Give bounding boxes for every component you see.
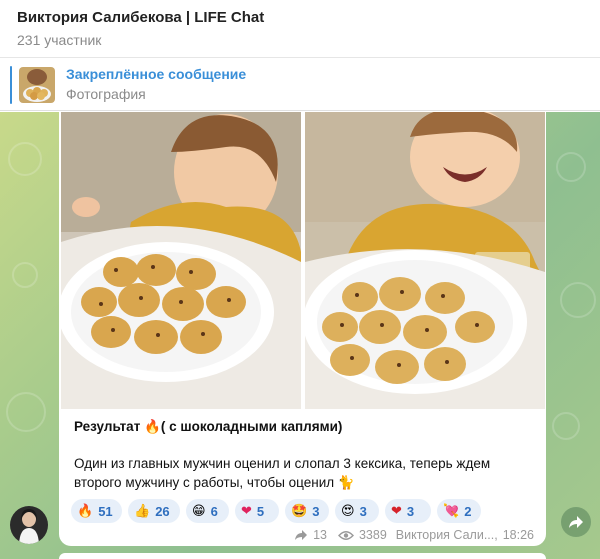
- chat-header[interactable]: Виктория Салибекова | LIFE Chat 231 учас…: [0, 0, 600, 58]
- photo-1[interactable]: [61, 112, 301, 409]
- next-message-edge: [59, 553, 546, 559]
- caption-body: Один из главных мужчин оценил и слопал 3…: [74, 456, 491, 490]
- heart-arrow-icon: 💘: [443, 503, 460, 519]
- forward-count: 13: [313, 528, 327, 542]
- pinned-thumbnail: [19, 67, 55, 103]
- reaction-count: 2: [464, 503, 472, 519]
- eye-icon: [338, 530, 354, 541]
- reaction-count: 51: [98, 503, 113, 519]
- reaction-count: 3: [312, 503, 320, 519]
- reaction-star-struck[interactable]: 🤩 3: [285, 499, 329, 523]
- pinned-indicator: [10, 66, 12, 104]
- message-time: 18:26: [502, 528, 534, 542]
- share-arrow-icon: [569, 516, 583, 528]
- message-meta: 13 3389 Виктория Сали..., 18:26: [294, 528, 534, 542]
- reaction-thumbs-up[interactable]: 👍 26: [128, 499, 180, 523]
- message-caption: Результат 🔥( с шоколадными каплями) Один…: [74, 417, 534, 492]
- fire-icon: 🔥: [77, 503, 94, 519]
- reaction-count: 26: [155, 503, 170, 519]
- caption-heading: Результат 🔥( с шоколадными каплями): [74, 419, 343, 434]
- heart-fire-icon: ❤: [391, 503, 402, 519]
- thumbs-up-icon: 👍: [134, 503, 151, 519]
- reaction-fire[interactable]: 🔥 51: [71, 499, 122, 523]
- reaction-heart-arrow[interactable]: 💘 2: [437, 499, 481, 523]
- pinned-title: Закреплённое сообщение: [66, 66, 247, 82]
- chat-title[interactable]: Виктория Салибекова | LIFE Chat: [17, 9, 264, 26]
- pinned-message-bar[interactable]: Закреплённое сообщение Фотография: [0, 59, 600, 111]
- grin-icon: 😁: [192, 503, 206, 519]
- reaction-heart-fire[interactable]: ❤ 3: [385, 499, 431, 523]
- heart-eyes-icon: 😍: [341, 503, 355, 519]
- reaction-count: 5: [256, 503, 265, 519]
- forward-icon: [294, 529, 308, 541]
- photo-2[interactable]: [305, 112, 545, 409]
- reaction-grin[interactable]: 😁 6: [186, 499, 229, 523]
- view-count: 3389: [358, 528, 387, 542]
- heart-icon: ❤: [241, 503, 252, 519]
- sender-avatar[interactable]: [10, 506, 48, 544]
- reaction-heart-eyes[interactable]: 😍 3: [335, 499, 379, 523]
- pinned-subtitle: Фотография: [66, 86, 146, 102]
- member-count: 231 участник: [17, 32, 102, 48]
- reaction-count: 3: [406, 503, 415, 519]
- share-button[interactable]: [561, 507, 591, 537]
- reaction-count: 3: [359, 503, 367, 519]
- message-bubble[interactable]: Результат 🔥( с шоколадными каплями) Один…: [59, 112, 546, 546]
- reaction-count: 6: [210, 503, 218, 519]
- star-struck-icon: 🤩: [291, 503, 308, 519]
- message-author: Виктория Сали...,: [395, 528, 498, 542]
- reaction-heart[interactable]: ❤ 5: [235, 499, 279, 523]
